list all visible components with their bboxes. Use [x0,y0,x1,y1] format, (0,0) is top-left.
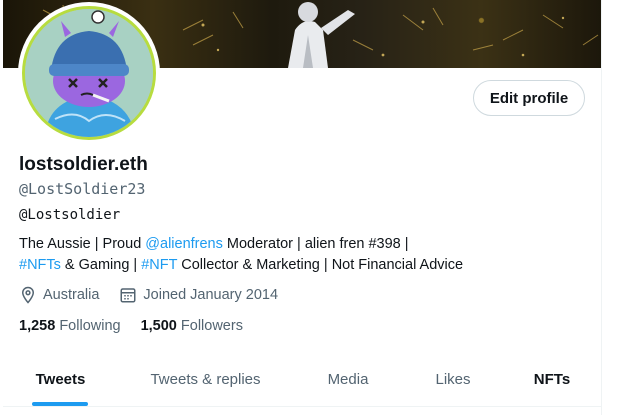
followers-label: Followers [180,318,243,334]
tab-tweets-replies[interactable]: Tweets & replies [118,352,293,406]
profile-tabs: Tweets Tweets & replies Media Likes NFTs [3,352,601,407]
tab-label: Tweets [35,370,86,388]
edit-profile-button[interactable]: Edit profile [473,80,585,116]
active-tab-indicator [32,402,88,406]
bio-text: & Gaming | [60,257,142,273]
tab-media[interactable]: Media [293,352,403,406]
tab-nfts[interactable]: NFTs [503,352,601,406]
tab-tweets[interactable]: Tweets [3,352,118,406]
following-count: 1,258 [19,318,56,334]
tab-label: NFTs [533,370,571,388]
bio-hashtag-link[interactable]: #NFTs [19,257,61,273]
tab-label: Likes [435,370,471,388]
calendar-icon [119,286,137,304]
joined-date: Joined January 2014 [143,287,279,303]
follow-stats: 1,258 Following 1,500 Followers [19,318,243,334]
bio-text: The Aussie | Proud [19,236,146,252]
location-pin-icon [19,286,37,304]
bio-mention-link[interactable]: @alienfrens [145,236,223,252]
bio-text: Moderator | alien fren #398 | [222,236,409,252]
followers-count: 1,500 [140,318,177,334]
bio-text: Collector & Marketing | Not Financial Ad… [177,257,464,273]
bio-hashtag-link[interactable]: #NFT [141,257,177,273]
location-text: Australia [43,287,100,303]
profile-avatar[interactable] [18,2,160,144]
following-label: Following [59,318,121,334]
profile-meta: Australia Joined January 2014 [19,286,278,304]
tab-label: Media [327,370,369,388]
following-link[interactable]: 1,258 Following [19,318,121,334]
profile-column: Edit profile lostsoldier.eth @LostSoldie… [3,0,602,415]
profile-bio: The Aussie | Proud @alienfrens Moderator… [19,234,589,276]
alien-avatar-icon [25,9,153,137]
tab-label: Tweets & replies [150,370,261,388]
user-handle: @LostSoldier23 [19,180,146,198]
tab-likes[interactable]: Likes [403,352,503,406]
followers-link[interactable]: 1,500 Followers [141,318,243,334]
bio-handle: @Lostsoldier [19,207,121,223]
display-name: lostsoldier.eth [19,154,148,175]
